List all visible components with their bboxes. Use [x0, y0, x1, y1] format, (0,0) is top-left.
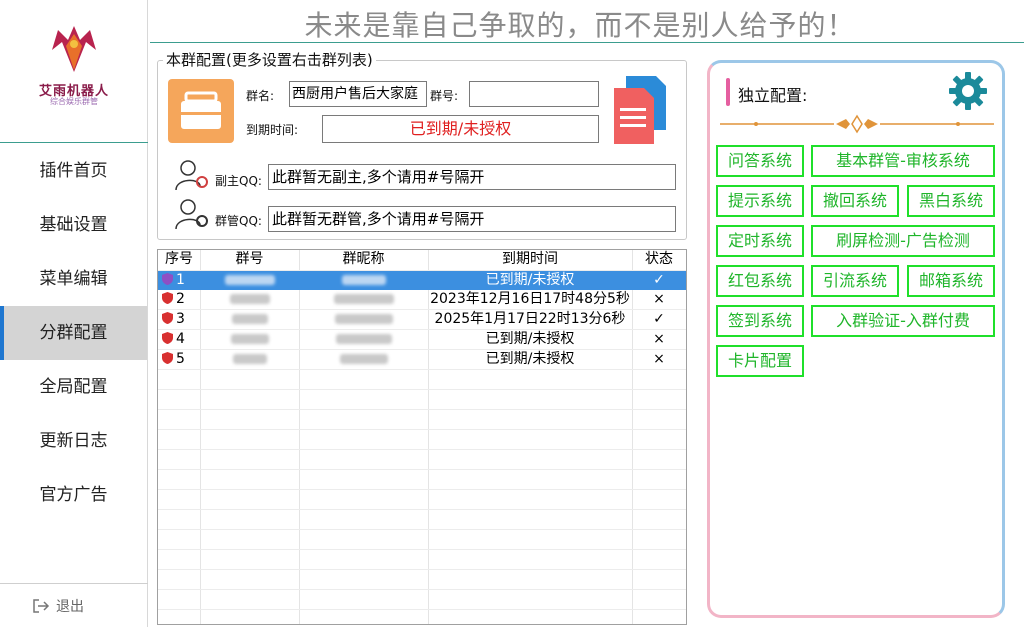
basic-admin-review-button[interactable]: 基本群管-审核系统 — [811, 145, 995, 177]
nav-plugin-home[interactable]: 插件首页 — [0, 144, 147, 198]
table-row[interactable]: 4 已到期/未授权 × — [158, 330, 686, 350]
column-header[interactable]: 到期时间 — [428, 250, 632, 270]
group-number-field[interactable] — [469, 81, 599, 107]
group-name-field[interactable]: 西厨用户售后大家庭 — [289, 81, 427, 107]
ornament-divider — [720, 114, 994, 134]
sidebar: 艾雨机器人 综合娱乐群管 插件首页 基础设置 菜单编辑 分群配置 全局配置 更新… — [0, 0, 148, 627]
logout-icon — [33, 599, 50, 613]
nav-basic-settings[interactable]: 基础设置 — [0, 198, 147, 252]
mail-system-button[interactable]: 邮箱系统 — [907, 265, 995, 297]
group-table[interactable]: 序号 群号 群昵称 到期时间 状态 1 已到期/未授权 ✓ 2 2023年12月… — [157, 249, 687, 625]
admin-label: 群管QQ: — [215, 214, 262, 228]
group-config-legend: 本群配置(更多设置右击群列表) — [163, 49, 376, 70]
blackwhite-system-button[interactable]: 黑白系统 — [907, 185, 995, 217]
traffic-system-button[interactable]: 引流系统 — [811, 265, 899, 297]
row-index: 5 — [176, 351, 185, 367]
nav-official-ads[interactable]: 官方广告 — [0, 468, 147, 522]
shield-icon — [162, 273, 173, 285]
row-index: 3 — [176, 311, 185, 327]
gear-icon[interactable] — [947, 70, 989, 112]
join-verify-pay-button[interactable]: 入群验证-入群付费 — [811, 305, 995, 337]
briefcase-icon — [168, 79, 234, 143]
shield-icon — [162, 312, 173, 324]
logout-button[interactable]: 退出 — [32, 596, 84, 616]
logo-subtitle: 综合娱乐群管 — [50, 97, 98, 106]
recall-system-button[interactable]: 撤回系统 — [811, 185, 899, 217]
column-header[interactable]: 序号 — [158, 250, 200, 270]
shield-icon — [162, 352, 173, 364]
divider — [0, 142, 148, 143]
expire-field[interactable]: 已到期/未授权 — [322, 115, 599, 143]
row-status: ✓ — [653, 272, 665, 288]
row-expire: 已到期/未授权 — [485, 351, 575, 367]
nav-menu-edit[interactable]: 菜单编辑 — [0, 252, 147, 306]
nav-changelog[interactable]: 更新日志 — [0, 414, 147, 468]
nav-group-config[interactable]: 分群配置 — [0, 306, 147, 360]
table-row[interactable]: 3 2025年1月17日22时13分6秒 ✓ — [158, 310, 686, 330]
row-index: 1 — [176, 272, 185, 288]
row-expire: 2025年1月17日22时13分6秒 — [434, 311, 626, 327]
spam-ad-detect-button[interactable]: 刷屏检测-广告检测 — [811, 225, 995, 257]
document-icon[interactable] — [612, 74, 668, 146]
column-header[interactable]: 群昵称 — [299, 250, 428, 270]
row-status: × — [653, 331, 665, 347]
table-row[interactable]: 2 2023年12月16日17时48分5秒 × — [158, 290, 686, 310]
red-packet-system-button[interactable]: 红包系统 — [716, 265, 804, 297]
row-expire: 2023年12月16日17时48分5秒 — [430, 291, 630, 307]
group-name-label: 群名: — [246, 89, 275, 103]
row-status: × — [653, 351, 665, 367]
shield-icon — [162, 292, 173, 304]
user-settings-icon — [175, 199, 208, 230]
phoenix-icon — [52, 26, 96, 72]
column-header[interactable]: 群号 — [200, 250, 299, 270]
expire-label: 到期时间: — [246, 123, 299, 137]
app-logo: 艾雨机器人 综合娱乐群管 — [0, 0, 148, 120]
card-config-button[interactable]: 卡片配置 — [716, 345, 804, 377]
divider — [0, 583, 148, 584]
vice-owner-field[interactable]: 此群暂无副主,多个请用#号隔开 — [268, 164, 676, 190]
independent-config-panel — [707, 60, 1005, 618]
table-row[interactable]: 5 已到期/未授权 × — [158, 350, 686, 370]
nav-global-config[interactable]: 全局配置 — [0, 360, 147, 414]
slogan-banner: 未来是靠自己争取的，而不是别人给予的！ — [304, 9, 856, 42]
row-status: × — [653, 291, 665, 307]
panel-accent-bar — [726, 78, 730, 106]
row-status: ✓ — [653, 311, 665, 327]
logout-label: 退出 — [56, 599, 84, 615]
row-expire: 已到期/未授权 — [485, 331, 575, 347]
divider — [150, 42, 1024, 43]
row-index: 4 — [176, 331, 185, 347]
table-row[interactable]: 1 已到期/未授权 ✓ — [158, 271, 686, 290]
row-index: 2 — [176, 291, 185, 307]
checkin-system-button[interactable]: 签到系统 — [716, 305, 804, 337]
timer-system-button[interactable]: 定时系统 — [716, 225, 804, 257]
qa-system-button[interactable]: 问答系统 — [716, 145, 804, 177]
row-expire: 已到期/未授权 — [485, 272, 575, 288]
vice-owner-label: 副主QQ: — [215, 174, 262, 188]
group-number-label: 群号: — [430, 89, 459, 103]
table-header: 序号 群号 群昵称 到期时间 状态 — [158, 250, 686, 270]
user-settings-icon — [175, 160, 208, 191]
panel-title: 独立配置: — [738, 86, 808, 105]
tips-system-button[interactable]: 提示系统 — [716, 185, 804, 217]
column-header[interactable]: 状态 — [632, 250, 686, 270]
admin-field[interactable]: 此群暂无群管,多个请用#号隔开 — [268, 206, 676, 232]
shield-icon — [162, 332, 173, 344]
